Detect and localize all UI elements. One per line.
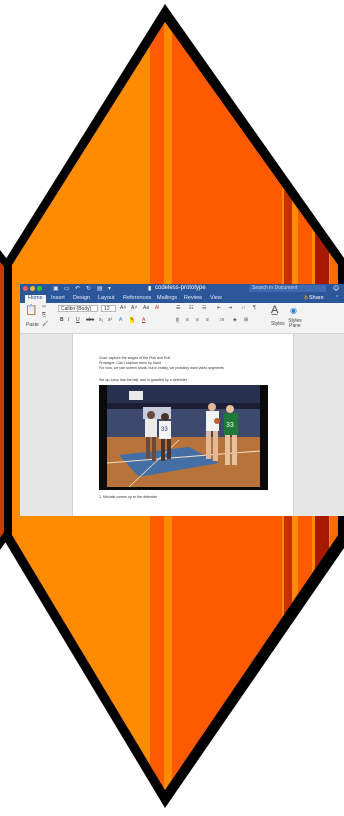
decrease-indent-icon[interactable]: ⇤: [217, 305, 221, 311]
increase-indent-icon[interactable]: ⇥: [228, 305, 232, 311]
clear-formatting-icon[interactable]: A̸: [155, 305, 158, 311]
tab-insert[interactable]: Insert: [51, 295, 65, 301]
document-line: Set up-Larry has the ball, and is guarde…: [99, 378, 187, 382]
tab-design[interactable]: Design: [73, 295, 90, 301]
justify-icon[interactable]: ≡: [206, 317, 209, 323]
tab-layout[interactable]: Layout: [98, 295, 115, 301]
bullets-icon[interactable]: ☰: [176, 305, 180, 311]
font-size-select[interactable]: 12: [101, 305, 116, 312]
search-input[interactable]: Search in Document: [249, 285, 326, 292]
zoom-window-button[interactable]: [37, 286, 42, 291]
sort-icon[interactable]: ↓↑: [241, 305, 246, 311]
document-title: codeless-prototype: [155, 285, 206, 291]
redo-icon[interactable]: ↻: [86, 285, 91, 292]
tab-home[interactable]: Home: [25, 295, 46, 303]
grow-font-icon[interactable]: A˄: [120, 305, 126, 311]
shrink-font-icon[interactable]: A˅: [131, 305, 137, 311]
word-window: ▣ ▭ ↶ ↻ ▤ ▾ ▮ codeless-prototype Search …: [20, 284, 344, 516]
close-window-button[interactable]: [23, 286, 28, 291]
highlight-icon[interactable]: ✎: [130, 317, 135, 323]
ribbon-tabs: Home Insert Design Layout References Mai…: [20, 294, 344, 303]
align-right-icon[interactable]: ≡: [196, 317, 199, 323]
minimize-window-button[interactable]: [30, 286, 35, 291]
document-line: Goal: capture the stages of the Pick and…: [99, 356, 171, 360]
tab-view[interactable]: View: [210, 295, 222, 301]
basketball-court-illustration: 33 33: [99, 385, 268, 490]
tab-review[interactable]: Review: [184, 295, 202, 301]
collapse-ribbon-icon[interactable]: ⌃: [335, 295, 339, 301]
format-painter-icon[interactable]: 🖌: [42, 321, 48, 327]
strikethrough-icon[interactable]: abc: [86, 317, 94, 323]
align-left-icon[interactable]: ≡: [176, 317, 179, 323]
undo-icon[interactable]: ↶: [75, 285, 80, 292]
superscript-icon[interactable]: x²: [108, 317, 112, 323]
basketball-screenshot-image[interactable]: 33 33: [99, 385, 268, 490]
tab-references[interactable]: References: [123, 295, 151, 301]
italic-icon[interactable]: I: [68, 317, 69, 323]
customize-toolbar-icon[interactable]: ▾: [108, 285, 111, 292]
multilevel-list-icon[interactable]: ☵: [202, 305, 206, 311]
change-case-icon[interactable]: Aa: [143, 305, 149, 311]
tab-mailings[interactable]: Mailings: [157, 295, 177, 301]
pilcrow-icon[interactable]: ¶: [253, 305, 256, 311]
bold-icon[interactable]: B: [60, 317, 64, 323]
title-bar: ▣ ▭ ↶ ↻ ▤ ▾ ▮ codeless-prototype Search …: [20, 284, 344, 294]
cut-icon[interactable]: ✂: [42, 304, 46, 310]
save-icon[interactable]: ▣: [53, 285, 59, 292]
svg-text:33: 33: [161, 427, 168, 433]
copy-icon[interactable]: ⎘: [42, 312, 46, 318]
smiley-feedback-icon[interactable]: ☺: [333, 285, 339, 292]
ribbon-home: 📋 Paste ✂ ⎘ 🖌 Calibri (Body) 12 A˄ A˅ Aa…: [20, 303, 344, 334]
share-button[interactable]: Share: [309, 295, 324, 301]
desktop: ▣ ▭ ↶ ↻ ▤ ▾ ▮ codeless-prototype Search …: [0, 0, 344, 816]
document-line: For now, we use screen shots, but in rea…: [99, 366, 224, 370]
styles-pane-button[interactable]: Styles Pane: [288, 319, 302, 329]
line-spacing-icon[interactable]: ↕≡: [219, 317, 224, 323]
document-page[interactable]: Goal: capture the stages of the Pick and…: [72, 334, 294, 516]
clipboard-icon[interactable]: 📋: [25, 305, 37, 316]
document-canvas[interactable]: Goal: capture the stages of the Pick and…: [20, 334, 344, 516]
align-center-icon[interactable]: ≡: [186, 317, 189, 323]
folder-icon[interactable]: ▭: [64, 285, 70, 292]
underline-icon[interactable]: U: [76, 317, 80, 323]
document-line: Prototype: Can I capture them by hand: [99, 361, 161, 365]
document-icon: ▮: [148, 285, 152, 292]
jersey-number: 33: [226, 422, 234, 429]
numbering-icon[interactable]: ☷: [189, 305, 193, 311]
text-effects-icon[interactable]: A: [119, 317, 122, 323]
borders-icon[interactable]: ⊞: [244, 317, 248, 323]
shading-icon[interactable]: ◈: [233, 317, 237, 323]
subscript-icon[interactable]: x₂: [99, 317, 103, 323]
font-color-icon[interactable]: A: [142, 317, 145, 323]
styles-gallery-icon[interactable]: A̲: [271, 304, 278, 316]
font-name-select[interactable]: Calibri (Body): [58, 305, 98, 312]
styles-button[interactable]: Styles: [271, 321, 285, 327]
image-caption: 1. Michale comes up to the defender: [99, 495, 158, 499]
styles-pane-icon[interactable]: ◉: [290, 306, 297, 315]
paste-button[interactable]: Paste: [26, 322, 39, 328]
print-icon[interactable]: ▤: [97, 285, 103, 292]
